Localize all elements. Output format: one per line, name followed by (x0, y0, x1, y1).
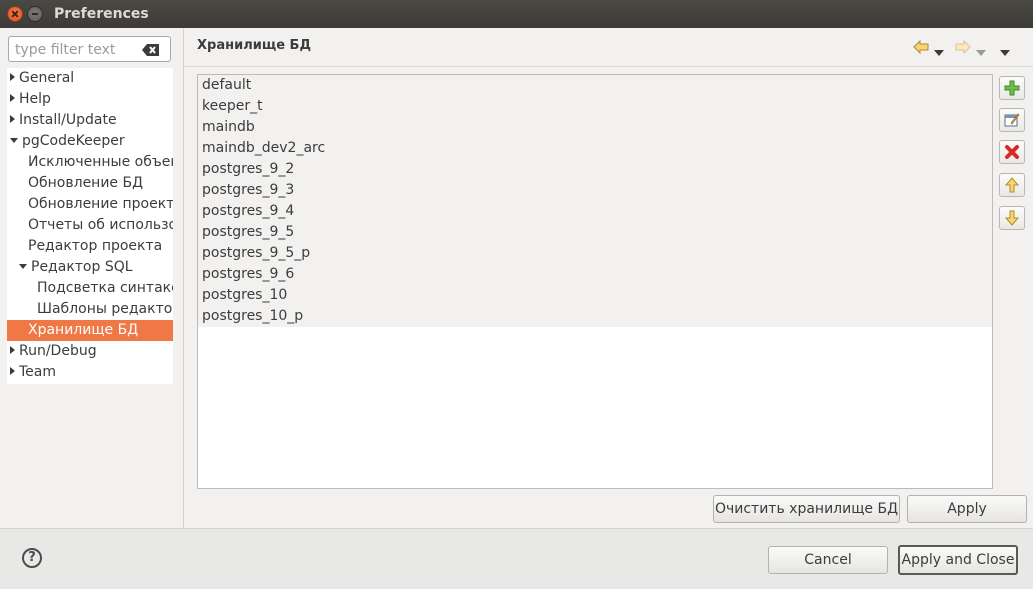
tree-item-label: Обновление БД (28, 175, 144, 191)
back-arrow-icon[interactable] (913, 39, 929, 58)
tree-item[interactable]: Шаблоны редактора (7, 299, 173, 320)
tree-item-label: Шаблоны редактора (37, 301, 173, 317)
tree-item-label: Run/Debug (19, 343, 97, 359)
page-navigation (913, 38, 1023, 56)
list-item[interactable]: postgres_9_5_p (198, 243, 992, 264)
list-item[interactable]: postgres_9_2 (198, 159, 992, 180)
collapsed-arrow-icon[interactable] (10, 115, 15, 123)
tree-item-label: Подсветка синтаксиса (37, 280, 173, 296)
filter-input[interactable] (15, 41, 137, 59)
expanded-arrow-icon[interactable] (10, 137, 18, 143)
list-item[interactable]: keeper_t (198, 96, 992, 117)
list-item[interactable]: postgres_9_5 (198, 222, 992, 243)
collapsed-arrow-icon[interactable] (10, 367, 15, 375)
list-item[interactable]: postgres_9_3 (198, 180, 992, 201)
list-item[interactable]: postgres_9_4 (198, 201, 992, 222)
window-title: Preferences (54, 6, 149, 22)
list-item[interactable]: postgres_10 (198, 285, 992, 306)
db-store-list[interactable]: default keeper_t maindb maindb_dev2_arc post… (197, 74, 993, 489)
tree-item[interactable]: Хранилище БД (7, 320, 173, 341)
view-menu-icon[interactable] (1000, 44, 1010, 60)
tree-item[interactable]: Исключенные объекты (7, 152, 173, 173)
tree-item-label: Хранилище БД (28, 322, 139, 338)
apply-and-close-button[interactable]: Apply and Close (898, 545, 1018, 575)
tree-item-label: Install/Update (19, 112, 117, 128)
tree-item[interactable]: Обновление БД (7, 173, 173, 194)
apply-button[interactable]: Apply (907, 495, 1027, 523)
tree-item-label: Редактор SQL (31, 259, 133, 275)
collapsed-arrow-icon[interactable] (10, 94, 15, 102)
add-button[interactable] (999, 76, 1025, 100)
list-item[interactable]: postgres_9_6 (198, 264, 992, 285)
tree-item[interactable]: Подсветка синтаксиса (7, 278, 173, 299)
tree-item-label: Исключенные объекты (28, 154, 173, 170)
forward-arrow-icon[interactable] (955, 39, 971, 58)
tree-item-label: General (19, 70, 75, 86)
list-item[interactable]: maindb (198, 117, 992, 138)
tree-item-label: Редактор проекта (28, 238, 163, 254)
tree-item-label: Team (19, 364, 57, 380)
title-bar: Preferences (0, 0, 1033, 28)
forward-dropdown-icon[interactable] (976, 44, 986, 60)
expanded-arrow-icon[interactable] (19, 263, 27, 269)
preferences-tree: General Help Install/Update pgCodeKeeper Иск… (7, 68, 173, 384)
clear-filter-icon[interactable] (142, 44, 160, 56)
tree-item[interactable]: Редактор проекта (7, 236, 173, 257)
page-title: Хранилище БД (197, 38, 312, 53)
collapsed-arrow-icon[interactable] (10, 73, 15, 81)
header-separator (184, 66, 1033, 67)
delete-button[interactable] (999, 140, 1025, 164)
tree-item[interactable]: Run/Debug (7, 341, 173, 362)
list-item[interactable]: postgres_10_p (198, 306, 992, 327)
preference-page: Хранилище БД default keeper_t maindb maindb… (184, 28, 1033, 528)
tree-item[interactable]: pgCodeKeeper (7, 131, 173, 152)
tree-item[interactable]: Редактор SQL (7, 257, 173, 278)
tree-item-label: Help (19, 91, 51, 107)
collapsed-arrow-icon[interactable] (10, 346, 15, 354)
tree-item[interactable]: Team (7, 362, 173, 383)
back-dropdown-icon[interactable] (934, 44, 944, 60)
tree-item[interactable]: Обновление проекта (7, 194, 173, 215)
move-down-button[interactable] (999, 206, 1025, 230)
filter-box (8, 36, 171, 62)
help-icon[interactable]: ? (22, 548, 42, 568)
tree-item-label: Обновление проекта (28, 196, 173, 212)
move-up-button[interactable] (999, 173, 1025, 197)
edit-button[interactable] (999, 108, 1025, 132)
list-item[interactable]: maindb_dev2_arc (198, 138, 992, 159)
close-window-icon[interactable] (7, 6, 23, 22)
tree-item-label: Отчеты об использовании (28, 217, 173, 233)
tree-item[interactable]: Отчеты об использовании (7, 215, 173, 236)
tree-item[interactable]: Install/Update (7, 110, 173, 131)
tree-item[interactable]: Help (7, 89, 173, 110)
minimize-window-icon[interactable] (27, 6, 43, 22)
dialog-footer: ? Cancel Apply and Close (0, 529, 1033, 589)
list-item[interactable]: default (198, 75, 992, 96)
tree-item[interactable]: General (7, 68, 173, 89)
preferences-nav-pane: General Help Install/Update pgCodeKeeper Иск… (0, 28, 183, 528)
clear-store-button[interactable]: Очистить хранилище БД (713, 495, 900, 523)
tree-item-label: pgCodeKeeper (22, 133, 125, 149)
cancel-button[interactable]: Cancel (768, 546, 888, 574)
